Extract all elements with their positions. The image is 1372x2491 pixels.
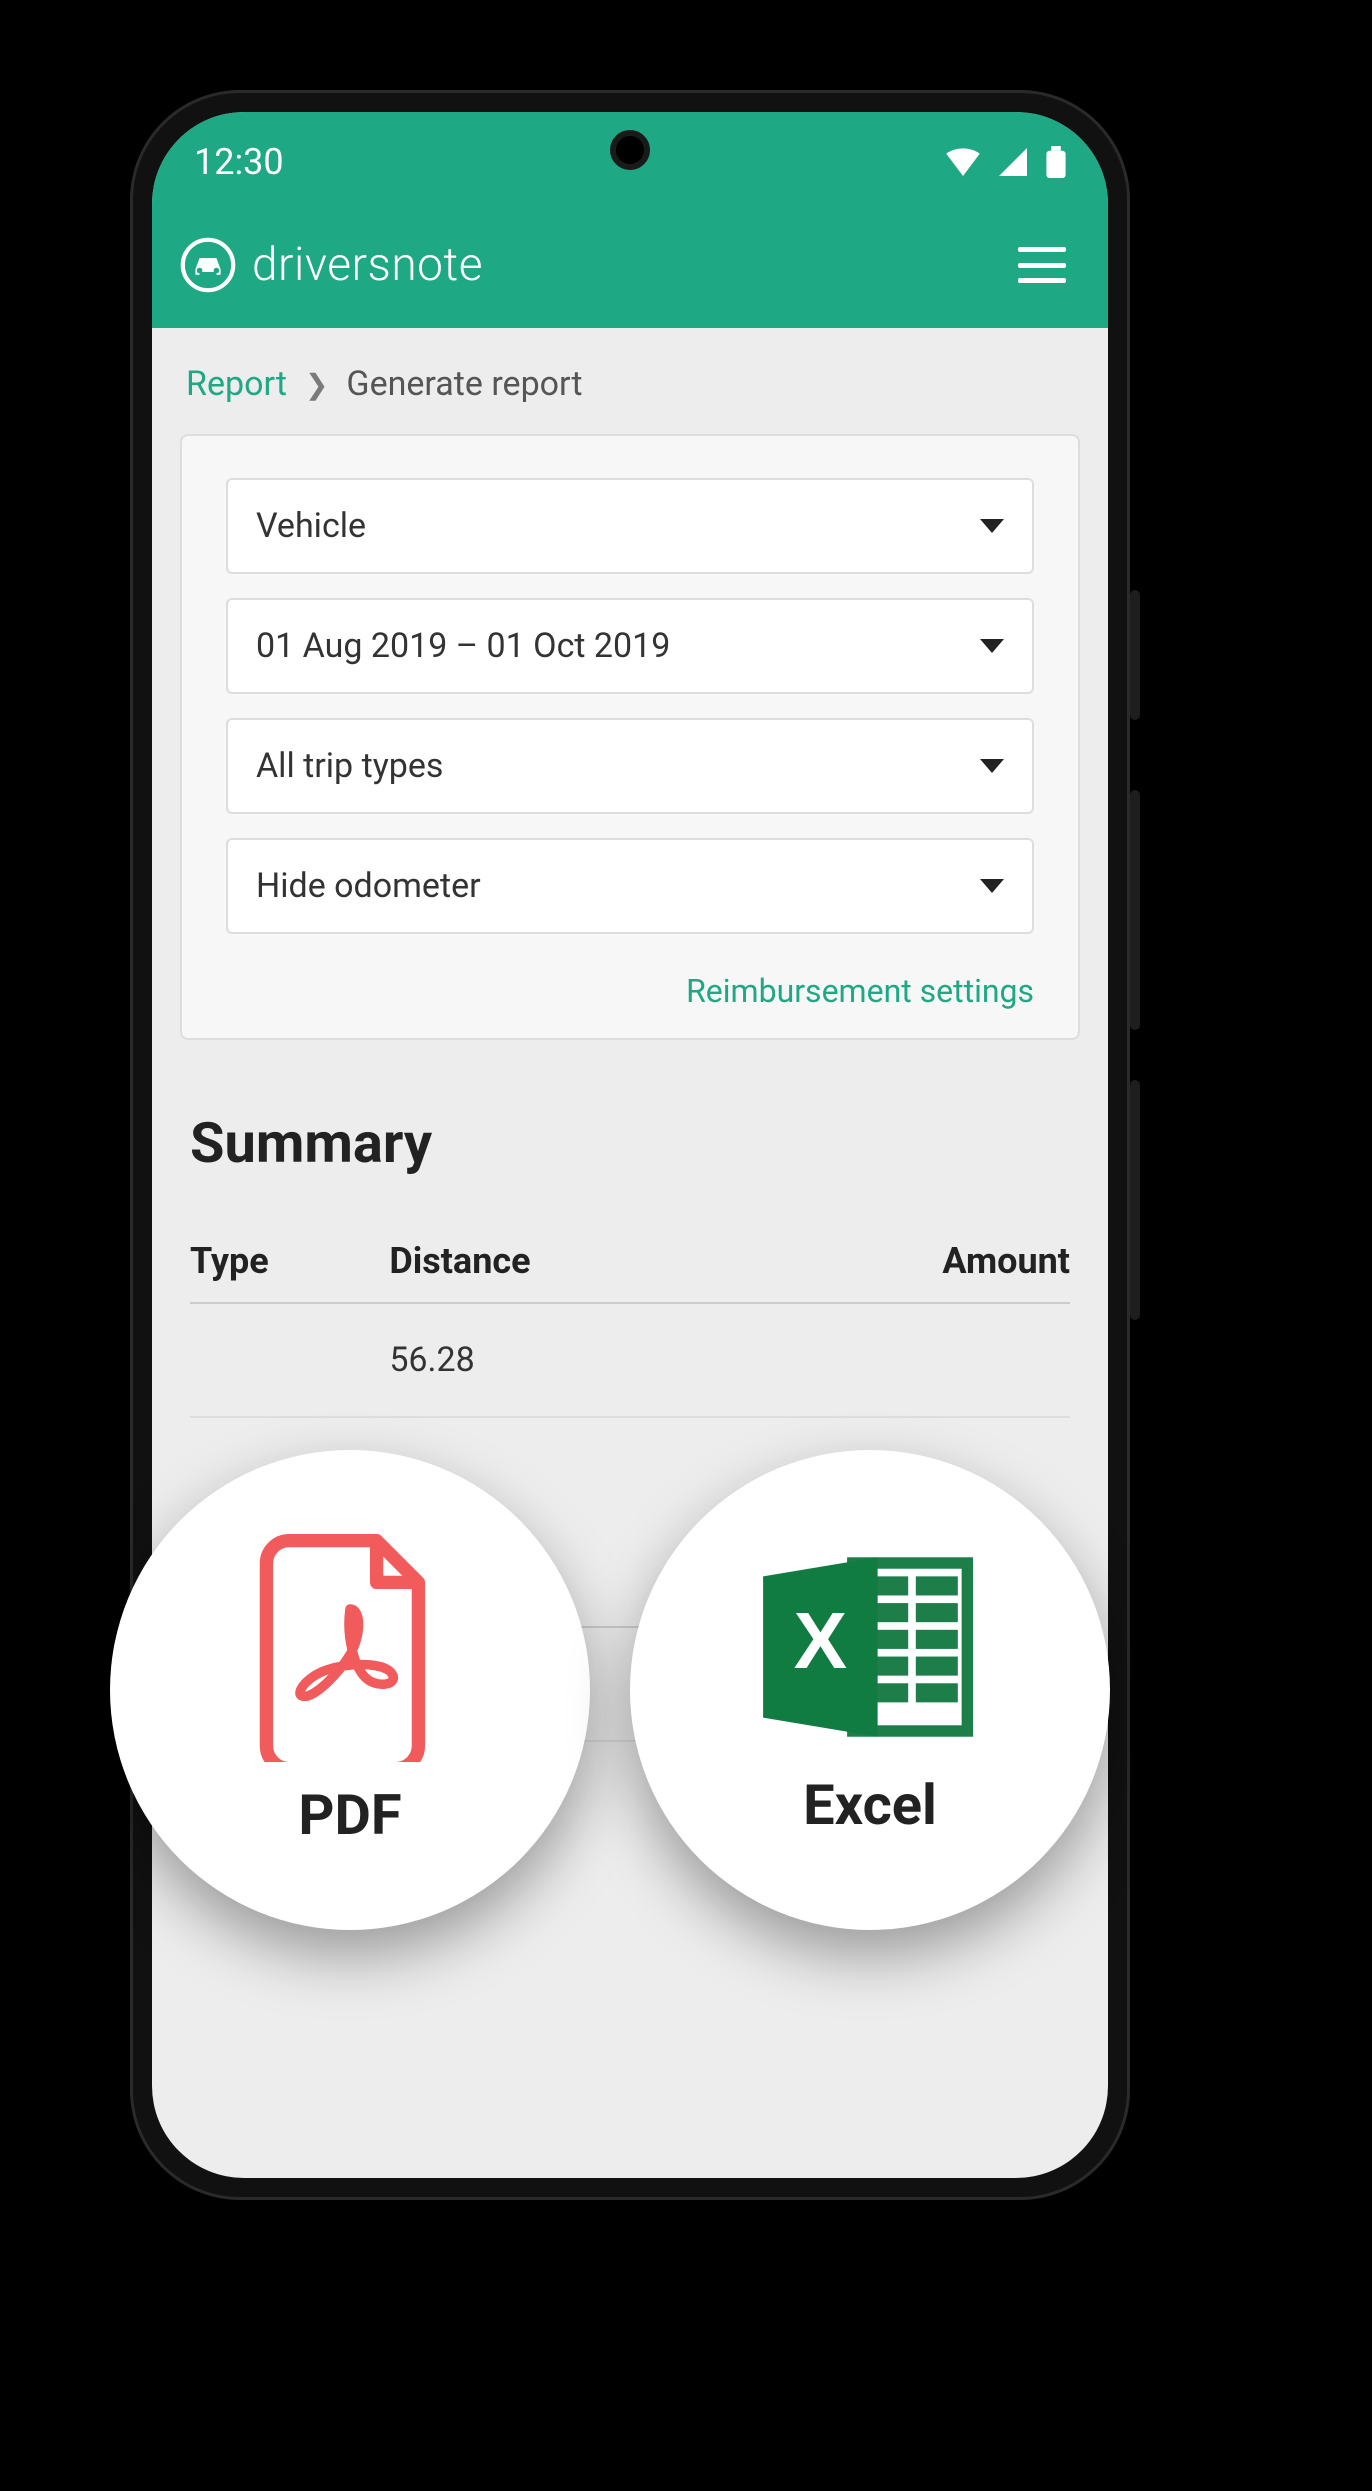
filters-card: Vehicle 01 Aug 2019 – 01 Oct 2019 All tr… <box>180 434 1080 1040</box>
brand-name: driversnote <box>252 238 483 292</box>
chevron-right-icon: ❯ <box>305 368 328 401</box>
excel-icon: X <box>755 1542 985 1752</box>
table-row: 56.28 <box>190 1303 1070 1417</box>
app-bar: driversnote <box>152 212 1108 328</box>
breadcrumb-current: Generate report <box>346 364 582 404</box>
export-excel-button[interactable]: X Excel <box>630 1450 1110 1930</box>
col-amount: Amount <box>747 1240 1070 1303</box>
export-excel-label: Excel <box>803 1772 937 1838</box>
pdf-icon <box>255 1532 445 1762</box>
volume-down-button <box>1130 1080 1140 1320</box>
chevron-down-icon <box>980 759 1004 773</box>
side-button <box>1130 590 1140 720</box>
vehicle-select[interactable]: Vehicle <box>226 478 1034 574</box>
col-distance: Distance <box>389 1240 747 1303</box>
breadcrumb-root[interactable]: Report <box>186 364 287 404</box>
wifi-icon <box>946 148 980 176</box>
col-type: Type <box>190 1240 389 1303</box>
vehicle-select-label: Vehicle <box>256 506 366 546</box>
battery-icon <box>1046 146 1066 178</box>
brand[interactable]: driversnote <box>180 237 483 293</box>
date-range-label: 01 Aug 2019 – 01 Oct 2019 <box>256 626 670 666</box>
svg-text:X: X <box>794 1595 847 1685</box>
breadcrumb: Report ❯ Generate report <box>152 328 1108 434</box>
odometer-select[interactable]: Hide odometer <box>226 838 1034 934</box>
status-time: 12:30 <box>194 141 284 183</box>
distance-fragment: 56.28 <box>389 1303 747 1417</box>
front-camera <box>610 130 650 170</box>
car-logo-icon <box>180 237 236 293</box>
trip-types-label: All trip types <box>256 746 443 786</box>
odometer-label: Hide odometer <box>256 866 481 906</box>
reimbursement-settings-link[interactable]: Reimbursement settings <box>686 972 1034 1010</box>
export-pdf-button[interactable]: PDF <box>110 1450 590 1930</box>
export-pdf-label: PDF <box>298 1782 401 1848</box>
trip-types-select[interactable]: All trip types <box>226 718 1034 814</box>
chevron-down-icon <box>980 519 1004 533</box>
menu-button[interactable] <box>1018 247 1066 283</box>
volume-up-button <box>1130 790 1140 1030</box>
signal-icon <box>998 148 1028 176</box>
date-range-select[interactable]: 01 Aug 2019 – 01 Oct 2019 <box>226 598 1034 694</box>
chevron-down-icon <box>980 639 1004 653</box>
status-icons <box>946 146 1066 178</box>
chevron-down-icon <box>980 879 1004 893</box>
summary-title: Summary <box>190 1110 1070 1176</box>
